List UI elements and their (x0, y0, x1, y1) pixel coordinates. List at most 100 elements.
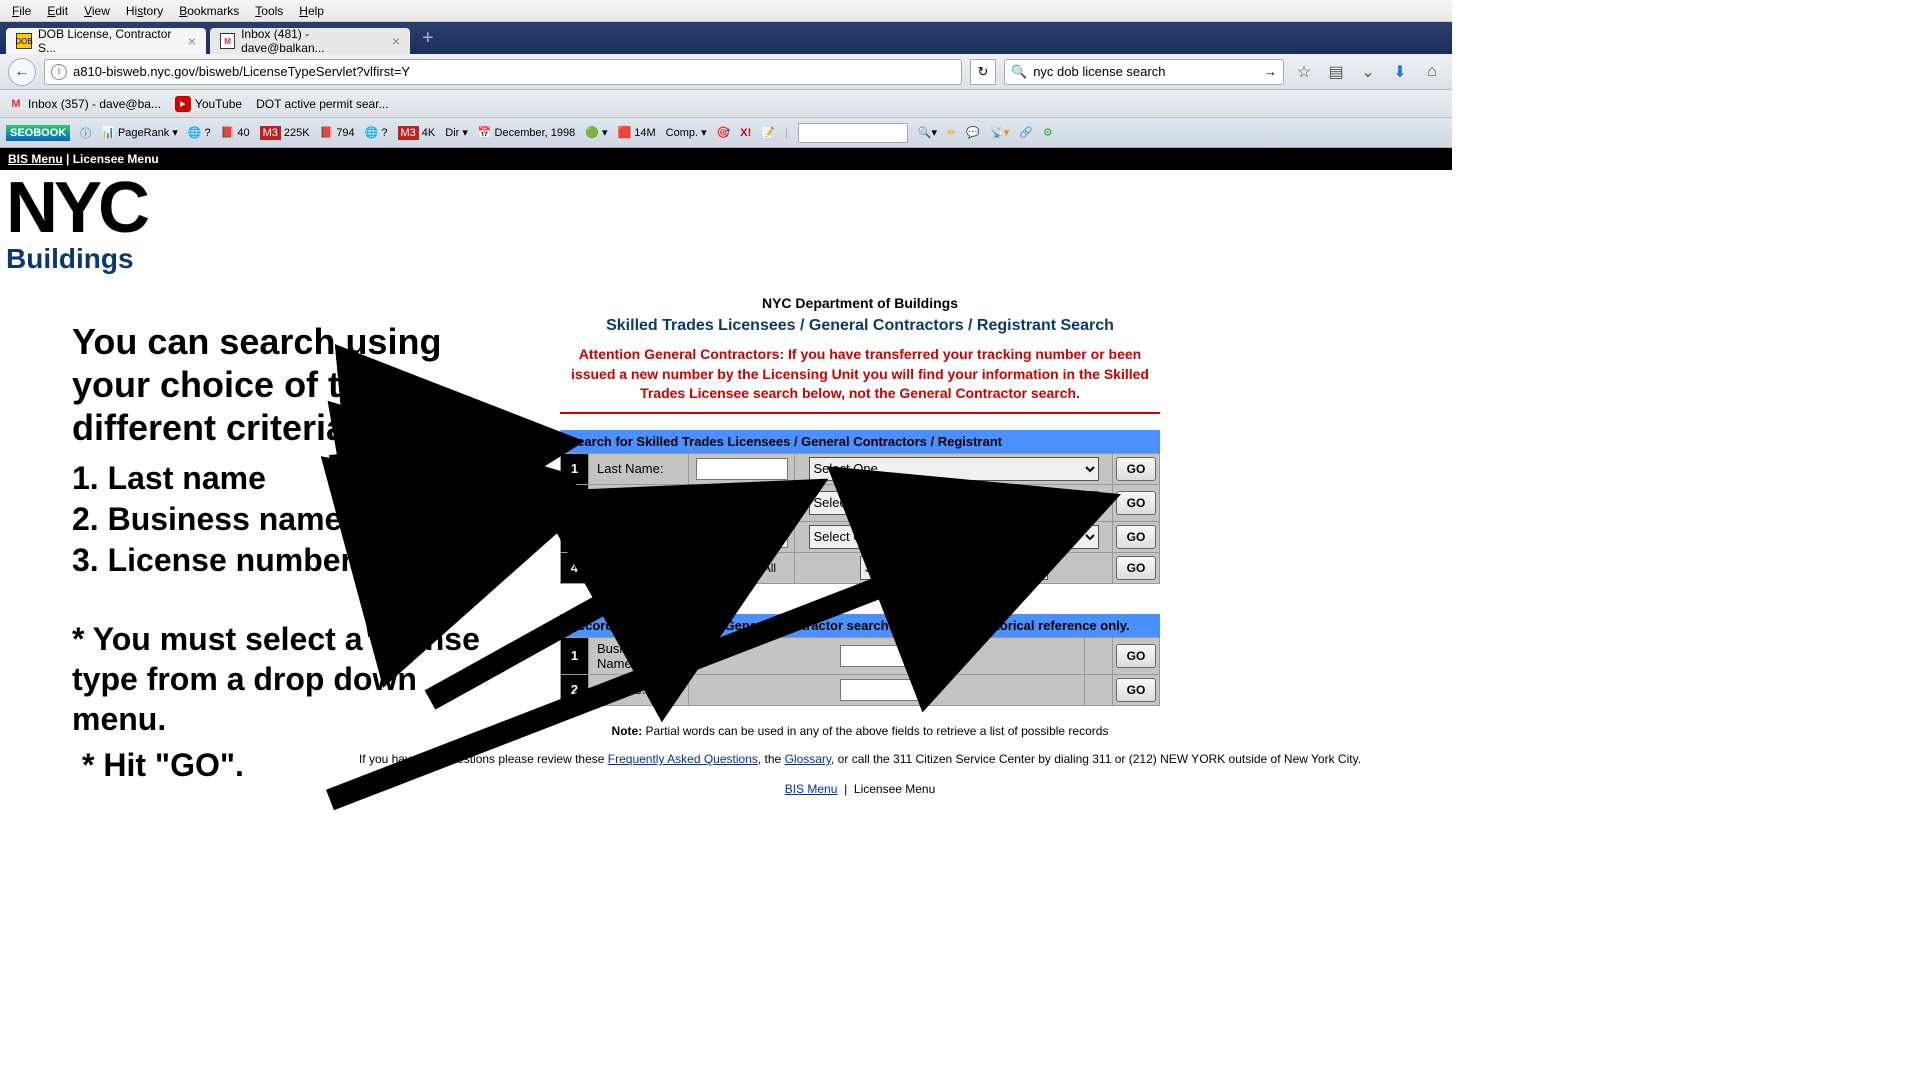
view-type-select[interactable]: Select One (860, 556, 1048, 580)
go-arrow-icon[interactable]: → (1264, 64, 1277, 79)
businessname-input[interactable] (696, 492, 788, 514)
seo-icon[interactable]: ⚙ (1043, 126, 1053, 139)
info-icon[interactable]: i (51, 64, 67, 80)
footer-nav: BIS Menu | Licensee Menu (560, 782, 1160, 796)
row-number: 1 (561, 637, 589, 674)
faq-link[interactable]: Frequently Asked Questions (608, 752, 758, 766)
businessname-type-select[interactable]: Select One (809, 491, 1099, 515)
table-row: 1 Last Name: Select One GO (561, 453, 1160, 484)
bookmark-item[interactable]: M Inbox (357) - dave@ba... (8, 96, 161, 112)
go-button[interactable]: GO (1116, 678, 1156, 702)
row-number: 2 (561, 674, 589, 705)
field-label: Business Name: (589, 484, 689, 521)
browser-tabbar: DOB DOB License, Contractor S... × M Inb… (0, 22, 1452, 54)
tab-title: DOB License, Contractor S... (38, 27, 182, 55)
menu-file[interactable]: File (4, 2, 39, 20)
bookmark-label: Inbox (357) - dave@ba... (28, 97, 161, 111)
bis-menu-link[interactable]: BIS Menu (8, 152, 63, 166)
field-label: Last Name: (589, 453, 689, 484)
field-label: License: (589, 674, 689, 705)
go-button[interactable]: GO (1116, 525, 1156, 549)
seo-item[interactable]: 📕 40 (221, 126, 250, 139)
menu-bookmarks[interactable]: Bookmarks (171, 2, 247, 20)
bis-menu-link[interactable]: BIS Menu (785, 782, 838, 796)
favicon-icon: M (220, 33, 235, 49)
seo-icon[interactable]: 📡▾ (990, 126, 1009, 139)
pocket-icon[interactable]: ⌄ (1356, 60, 1380, 84)
seo-icon[interactable]: X! (740, 127, 751, 139)
back-button[interactable]: ← (8, 58, 36, 86)
seo-item[interactable]: 🟢 ▾ (585, 126, 607, 139)
search-icon: 🔍 (1011, 64, 1027, 80)
seobook-logo: SEOBOOK (6, 125, 70, 141)
menu-help[interactable]: Help (291, 2, 332, 20)
close-icon[interactable]: × (188, 33, 196, 49)
seo-icon[interactable]: ✏ (947, 126, 956, 139)
bookmark-item[interactable]: ▸ YouTube (175, 96, 242, 112)
glossary-link[interactable]: Glossary (785, 752, 831, 766)
go-button[interactable]: GO (1116, 556, 1156, 580)
go-button[interactable]: GO (1116, 457, 1156, 481)
lastname-type-select[interactable]: Select One (809, 457, 1099, 481)
favicon-icon: DOB (16, 33, 32, 49)
seo-icon[interactable]: 🎯 (717, 126, 731, 139)
new-tab-button[interactable]: + (414, 27, 442, 50)
seo-item[interactable]: 🌐 ? (365, 126, 388, 139)
go-button[interactable]: GO (1116, 644, 1156, 668)
go-button[interactable]: GO (1116, 491, 1156, 515)
row-number: 4 (561, 552, 589, 583)
bookmark-item[interactable]: DOT active permit sear... (256, 97, 389, 111)
browser-menubar: File Edit View History Bookmarks Tools H… (0, 0, 1452, 22)
bookmark-label: YouTube (195, 97, 242, 111)
lastname-input[interactable] (696, 458, 788, 480)
seo-item[interactable]: 🌐 ? (188, 126, 211, 139)
menu-edit[interactable]: Edit (39, 2, 76, 20)
star-icon[interactable]: ☆ (1292, 60, 1316, 84)
seo-item[interactable]: M3 4K (398, 126, 436, 140)
browser-tab[interactable]: DOB DOB License, Contractor S... × (6, 28, 206, 54)
all-radio[interactable] (746, 561, 759, 574)
download-icon[interactable]: ⬇ (1388, 60, 1412, 84)
seo-icon[interactable]: 🔗 (1019, 126, 1033, 139)
browser-tab[interactable]: M Inbox (481) - dave@balkan... × (210, 28, 410, 54)
menu-tools[interactable]: Tools (247, 2, 291, 20)
seo-icon[interactable]: 💬 (966, 126, 980, 139)
url-field[interactable]: i a810-bisweb.nyc.gov/bisweb/LicenseType… (44, 59, 962, 85)
number-type-select[interactable]: Select One (809, 525, 1099, 549)
info-icon[interactable]: ⓘ (80, 125, 91, 141)
seo-icon[interactable]: 🔍▾ (918, 126, 937, 139)
menu-view[interactable]: View (76, 2, 118, 20)
seo-toolbar: SEOBOOK ⓘ 📊 PageRank ▾ 🌐 ? 📕 40 M3 225K … (0, 118, 1452, 148)
annotation-overlay: You can search using your choice of thre… (72, 320, 492, 785)
gc-businessname-input[interactable] (840, 645, 932, 667)
menu-history[interactable]: History (118, 2, 171, 20)
library-icon[interactable]: ▤ (1324, 60, 1348, 84)
seo-item[interactable]: Dir ▾ (445, 126, 468, 139)
number-input[interactable] (696, 526, 788, 548)
note-text: Note: Partial words can be used in any o… (560, 724, 1160, 738)
seo-icon[interactable]: 📝 (761, 126, 775, 139)
url-text: a810-bisweb.nyc.gov/bisweb/LicenseTypeSe… (73, 64, 410, 79)
nyc-buildings-logo: NYC Buildings (6, 178, 1452, 275)
seo-item[interactable]: 🟥 14M (618, 126, 656, 139)
gmail-icon: M (8, 96, 24, 112)
table-row: 2 Business Name: Select One GO (561, 484, 1160, 521)
seo-search-input[interactable] (798, 123, 908, 143)
reload-button[interactable]: ↻ (970, 59, 996, 85)
close-icon[interactable]: × (392, 33, 400, 49)
table-header: Search for Skilled Trades Licensees / Ge… (561, 430, 1160, 454)
gc-license-input[interactable] (840, 679, 932, 701)
field-label: View: (589, 552, 689, 583)
youtube-icon: ▸ (175, 96, 191, 112)
seo-pagerank[interactable]: 📊 PageRank ▾ (101, 126, 178, 139)
tab-title: Inbox (481) - dave@balkan... (241, 27, 386, 55)
seo-item[interactable]: Comp. ▾ (666, 126, 707, 139)
seo-item[interactable]: M3 225K (260, 126, 310, 140)
active-radio[interactable] (692, 561, 705, 574)
home-icon[interactable]: ⌂ (1420, 60, 1444, 84)
seo-item[interactable]: 📅 December, 1998 (478, 126, 575, 139)
browser-search-field[interactable]: 🔍 nyc dob license search → (1004, 59, 1284, 85)
seo-item[interactable]: 📕 794 (320, 126, 355, 139)
search-table-2: Records accessed in the General Contract… (560, 614, 1160, 706)
search-text: nyc dob license search (1033, 64, 1165, 79)
